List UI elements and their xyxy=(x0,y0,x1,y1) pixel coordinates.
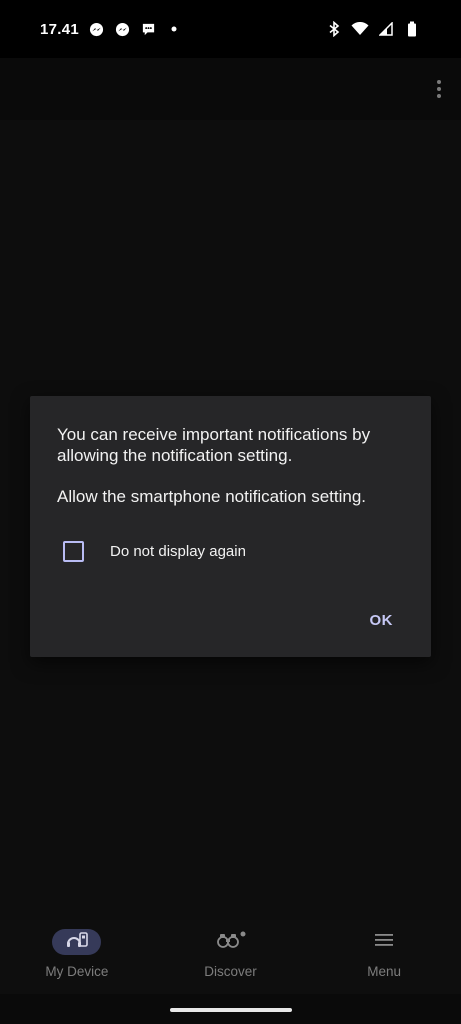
ok-button[interactable]: OK xyxy=(370,612,394,629)
status-bar-left: 17.41 xyxy=(40,20,183,38)
nav-item-discover[interactable]: Discover xyxy=(154,920,308,994)
bottom-navigation: My Device Discover Menu xyxy=(0,920,461,994)
cell-signal-icon xyxy=(377,20,395,38)
nav-label-menu: Menu xyxy=(367,964,402,979)
more-vert-dot xyxy=(437,94,441,98)
more-options-button[interactable] xyxy=(431,76,447,102)
dialog-message: You can receive important notifications … xyxy=(57,425,371,465)
dot-icon xyxy=(165,20,183,38)
gesture-navigation-area xyxy=(0,994,461,1024)
bluetooth-icon xyxy=(325,20,343,38)
status-bar: 17.41 xyxy=(0,0,461,58)
nav-icon-container xyxy=(206,929,255,955)
nav-active-indicator xyxy=(52,929,102,955)
notification-permission-dialog: You can receive important notifications … xyxy=(30,396,431,657)
nav-icon-container xyxy=(360,929,409,955)
nav-label-my-device: My Device xyxy=(45,964,109,979)
nav-item-menu[interactable]: Menu xyxy=(307,920,461,994)
status-bar-right xyxy=(325,20,421,38)
dialog-message-secondary: Allow the smartphone notification settin… xyxy=(57,487,367,506)
status-time: 17.41 xyxy=(40,20,80,38)
battery-icon xyxy=(403,20,421,38)
messenger-icon xyxy=(113,20,131,38)
nav-label-discover: Discover xyxy=(204,964,257,979)
more-vert-icon xyxy=(437,80,441,84)
messenger-icon xyxy=(87,20,105,38)
my-device-icon xyxy=(66,931,88,953)
do-not-display-again-row[interactable]: Do not display again xyxy=(63,539,246,563)
notification-badge-icon xyxy=(240,931,245,936)
app-screen: 17.41 You can receive important notifica… xyxy=(0,0,461,1024)
menu-icon xyxy=(375,933,394,952)
top-app-bar xyxy=(0,58,461,120)
wifi-icon xyxy=(351,20,369,38)
binoculars-icon xyxy=(216,931,246,954)
home-gesture-bar[interactable] xyxy=(170,1008,292,1012)
chat-bubble-icon xyxy=(139,20,157,38)
more-vert-dot xyxy=(437,87,441,91)
do-not-display-again-checkbox[interactable] xyxy=(63,540,84,562)
nav-item-my-device[interactable]: My Device xyxy=(0,920,154,994)
checkbox-label: Do not display again xyxy=(110,542,246,560)
